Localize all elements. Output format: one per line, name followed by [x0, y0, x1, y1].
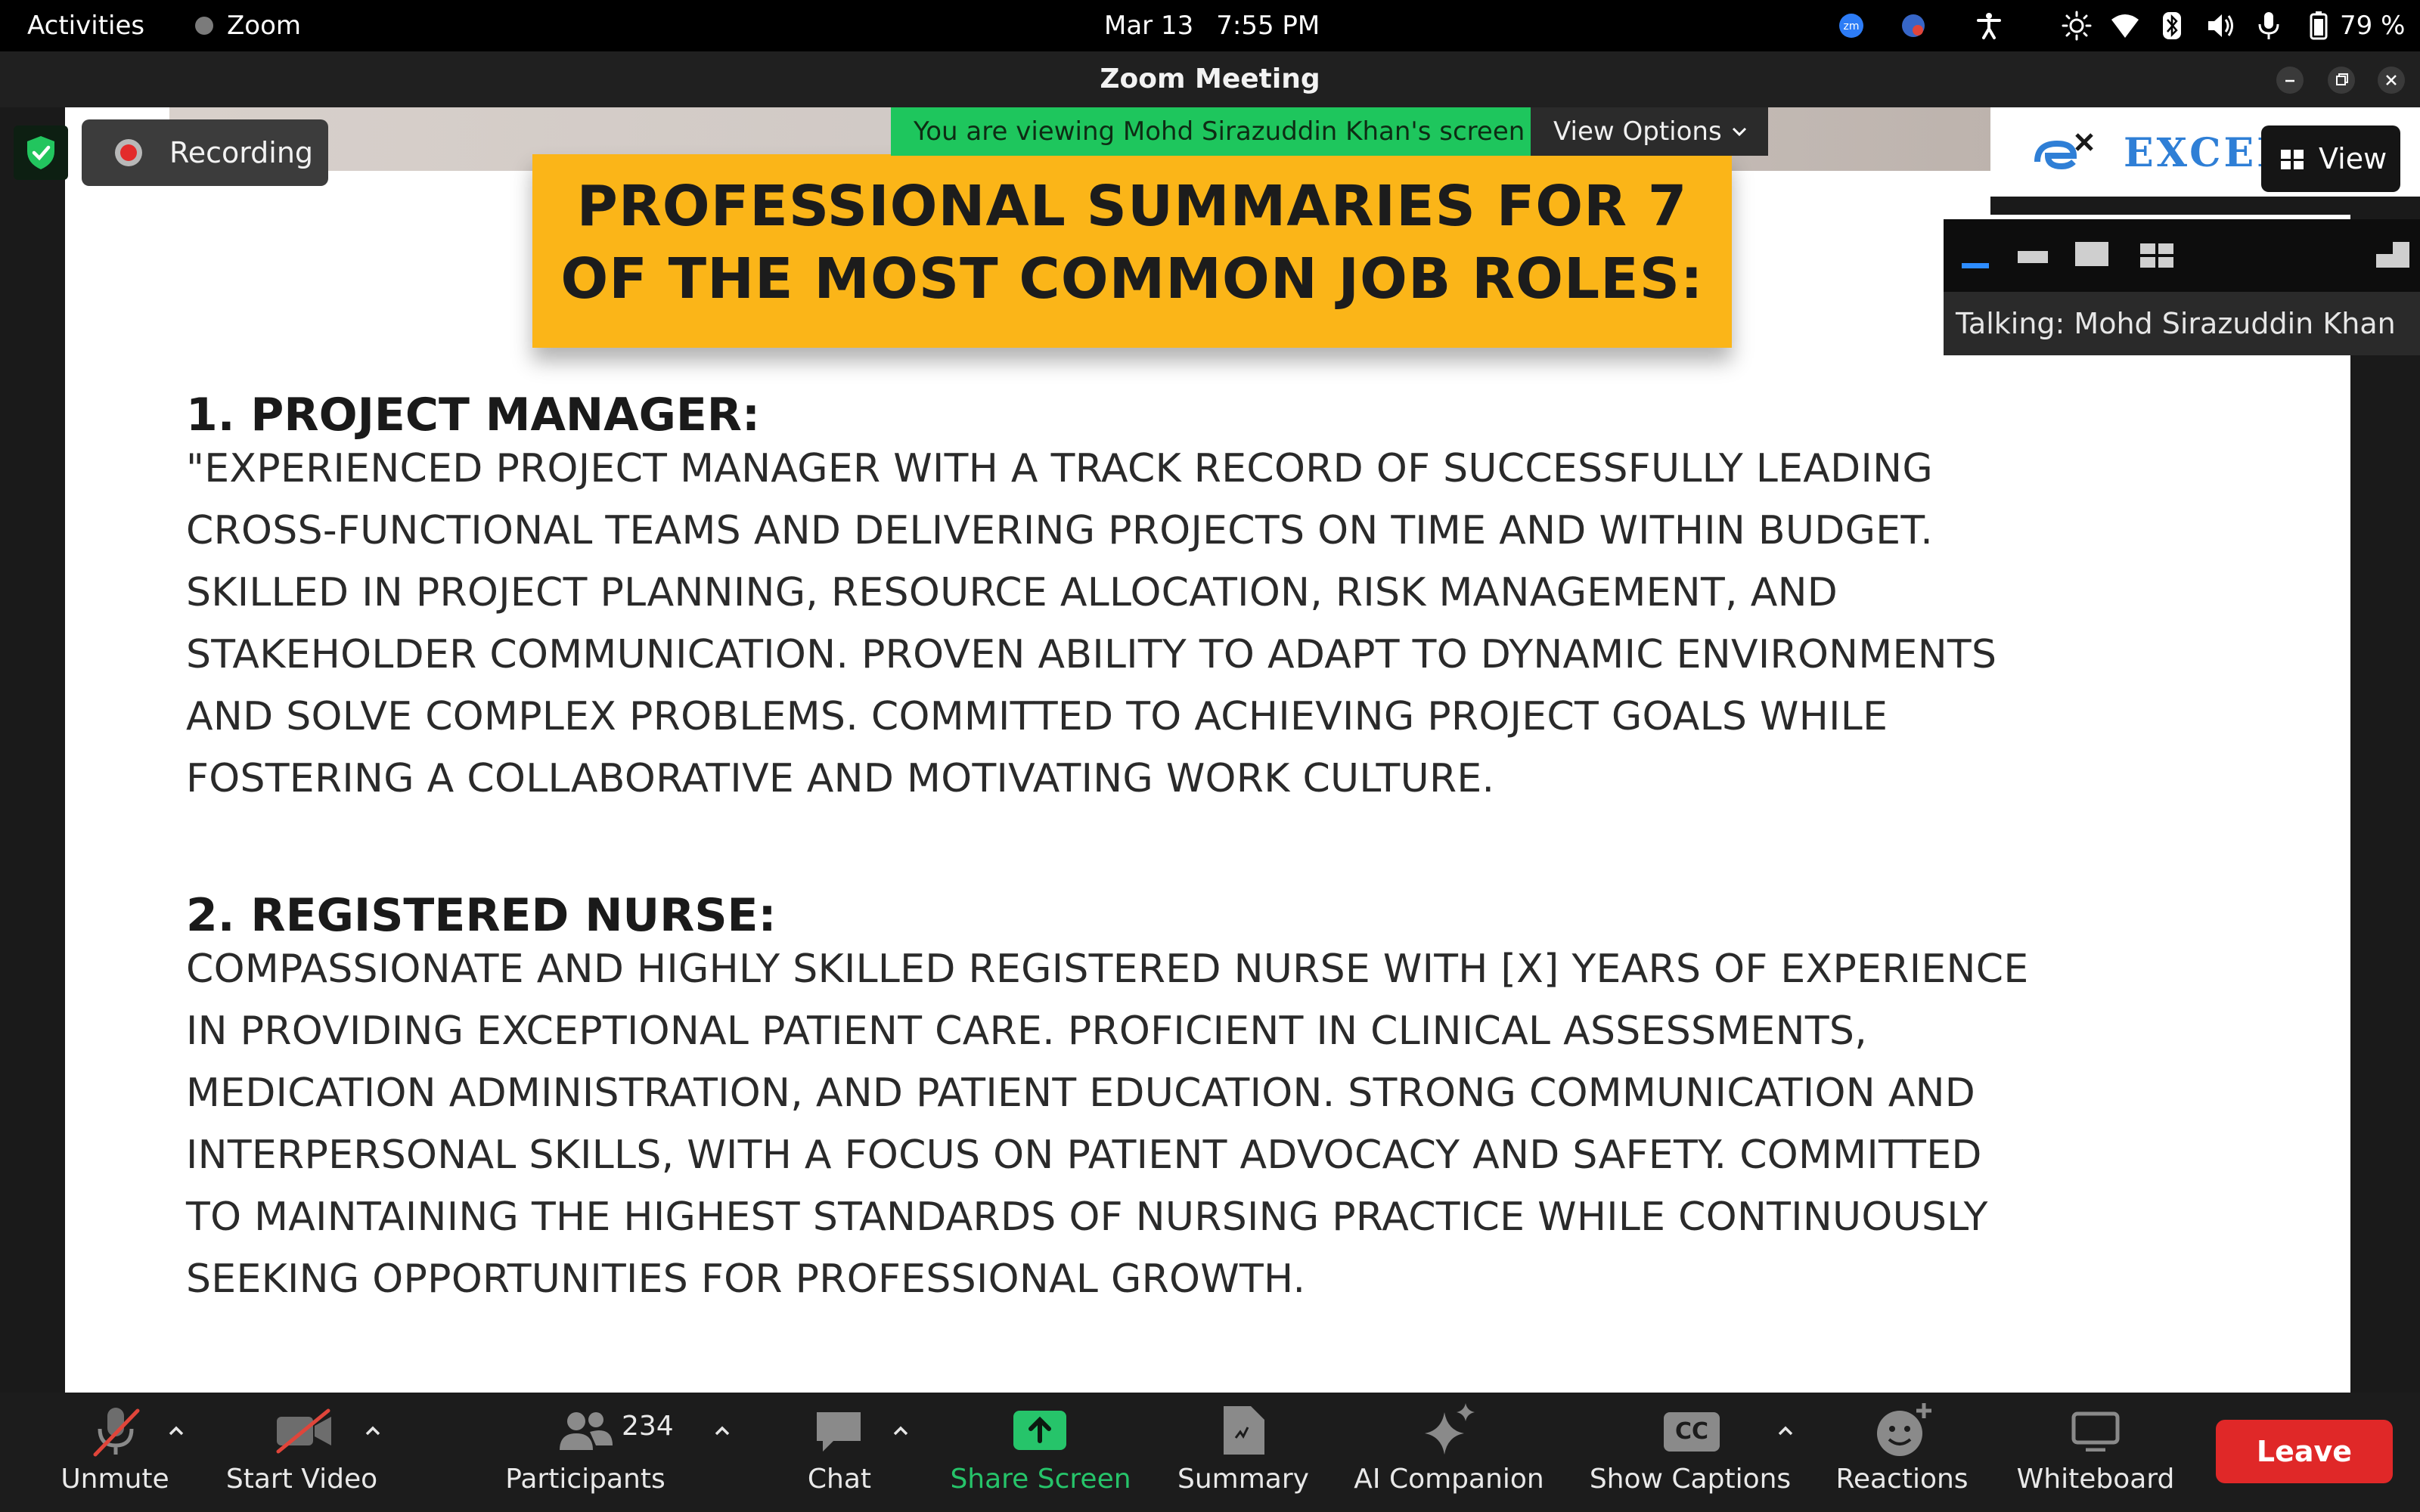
recording-indicator[interactable]: Recording [82, 119, 328, 186]
microphone-muted-icon[interactable] [91, 1405, 141, 1458]
share-screen-button[interactable]: Share Screen [935, 1464, 1146, 1495]
view-button-label: View [2319, 142, 2387, 175]
microphone-icon[interactable] [2254, 11, 2284, 41]
section-text-line: COMPASSIONATE AND HIGHLY SKILLED REGISTE… [186, 947, 2029, 992]
reactions-emoji-icon[interactable] [1872, 1402, 1934, 1459]
clock[interactable]: Mar 13 7:55 PM [1104, 0, 1320, 51]
reactions-button[interactable]: Reactions [1823, 1464, 1981, 1495]
zoom-app-icon [195, 17, 213, 35]
window-title-bar: Zoom Meeting [0, 51, 2420, 107]
speaker-view-icon[interactable] [2072, 236, 2111, 275]
leave-meeting-button[interactable]: Leave [2216, 1420, 2393, 1483]
start-video-button[interactable]: Start Video [216, 1464, 387, 1495]
section-text-line: MEDICATION ADMINISTRATION, AND PATIENT E… [186, 1070, 1976, 1116]
volume-icon[interactable] [2205, 11, 2235, 41]
strip-view-icon[interactable] [2013, 236, 2052, 275]
section-heading: 2. REGISTERED NURSE: [186, 889, 777, 942]
clock-time: 7:55 PM [1216, 11, 1320, 41]
viewing-screen-banner: You are viewing Mohd Sirazuddin Khan's s… [891, 107, 1531, 156]
record-dot-icon [115, 139, 142, 166]
section-text-line: TO MAINTAINING THE HIGHEST STANDARDS OF … [186, 1194, 1988, 1240]
show-captions-button[interactable]: Show Captions [1581, 1464, 1800, 1495]
participants-button[interactable]: Participants [489, 1464, 682, 1495]
section-text-line: SEEKING OPPORTUNITIES FOR PROFESSIONAL G… [186, 1256, 1306, 1302]
restore-button[interactable] [2328, 67, 2355, 94]
shield-check-icon [27, 136, 54, 169]
video-off-icon[interactable] [274, 1408, 334, 1455]
clock-date: Mar 13 [1104, 11, 1194, 41]
restore-icon [2336, 73, 2348, 85]
chat-options-caret-icon[interactable] [889, 1420, 912, 1442]
bluetooth-icon[interactable] [2157, 11, 2187, 41]
app-menu-zoom[interactable]: Zoom [227, 0, 301, 51]
close-icon [2386, 75, 2397, 85]
svg-text:zm: zm [1844, 20, 1860, 33]
section-heading: 1. PROJECT MANAGER: [186, 389, 760, 442]
active-speaker-label: Talking: Mohd Sirazuddin Khan [1944, 292, 2420, 355]
captions-cc-icon[interactable]: CC [1664, 1412, 1720, 1452]
close-window-button[interactable] [2378, 67, 2405, 94]
brightness-icon[interactable] [2062, 11, 2092, 41]
summary-document-icon[interactable] [1219, 1403, 1267, 1458]
excel-logo-icon [2034, 133, 2093, 170]
chevron-down-icon [1732, 127, 1747, 137]
exit-thumbnail-icon[interactable] [2373, 236, 2412, 275]
accessibility-icon[interactable] [1974, 11, 2004, 41]
thumbnail-shadow-strip [1990, 197, 2420, 215]
view-button[interactable]: View [2261, 125, 2400, 192]
view-options-button[interactable]: View Options [1531, 107, 1768, 156]
share-screen-icon[interactable] [1012, 1409, 1068, 1452]
section-text-line: "EXPERIENCED PROJECT MANAGER WITH A TRAC… [186, 446, 1933, 491]
grid-view-icon [2281, 150, 2304, 169]
minimize-icon [2285, 79, 2294, 82]
chat-button[interactable]: Chat [779, 1464, 900, 1495]
video-options-caret-icon[interactable] [361, 1420, 384, 1442]
section-text-line: CROSS-FUNCTIONAL TEAMS AND DELIVERING PR… [186, 508, 1934, 553]
window-title: Zoom Meeting [1100, 64, 1320, 94]
section-text-line: INTERPERSONAL SKILLS, WITH A FOCUS ON PA… [186, 1132, 1982, 1178]
slide-title-banner: PROFESSIONAL SUMMARIES FOR 7 OF THE MOST… [532, 154, 1732, 348]
wifi-icon[interactable] [2110, 11, 2140, 41]
chat-icon[interactable] [812, 1408, 865, 1458]
captions-options-caret-icon[interactable] [1774, 1420, 1797, 1442]
ai-companion-button[interactable]: AI Companion [1346, 1464, 1552, 1495]
view-options-label: View Options [1553, 116, 1722, 147]
participants-count: 234 [622, 1411, 674, 1442]
participants-options-caret-icon[interactable] [711, 1420, 734, 1442]
battery-percent: 79 % [2340, 11, 2406, 41]
minimize-button[interactable] [2276, 67, 2304, 94]
slide-title-line-2: OF THE MOST COMMON JOB ROLES: [560, 246, 1704, 311]
minimize-video-icon[interactable] [1956, 236, 1995, 275]
section-text-line: STAKEHOLDER COMMUNICATION. PROVEN ABILIT… [186, 632, 1997, 677]
chrome-tray-icon[interactable] [1898, 11, 1928, 41]
viewing-screen-text: You are viewing Mohd Sirazuddin Khan's s… [914, 116, 1525, 147]
slide-title-line-1: PROFESSIONAL SUMMARIES FOR 7 [576, 174, 1688, 239]
summary-button[interactable]: Summary [1165, 1464, 1322, 1495]
participants-icon[interactable] [557, 1409, 614, 1453]
zoom-tray-icon[interactable]: zm [1836, 11, 1866, 41]
whiteboard-icon[interactable] [2071, 1411, 2121, 1452]
encryption-shield[interactable] [14, 125, 68, 180]
whiteboard-button[interactable]: Whiteboard [2012, 1464, 2180, 1495]
thumbnail-layout-bar [1944, 219, 2420, 292]
gallery-view-icon[interactable] [2137, 236, 2176, 275]
section-text-line: AND SOLVE COMPLEX PROBLEMS. COMMITTED TO… [186, 694, 1888, 739]
battery-icon[interactable] [2304, 11, 2334, 41]
section-text-line: IN PROVIDING EXCEPTIONAL PATIENT CARE. P… [186, 1009, 1868, 1054]
talking-text: Talking: Mohd Sirazuddin Khan [1956, 307, 2396, 340]
section-text-line: SKILLED IN PROJECT PLANNING, RESOURCE AL… [186, 570, 1838, 615]
activities-button[interactable]: Activities [27, 0, 144, 51]
unmute-button[interactable]: Unmute [41, 1464, 189, 1495]
system-top-bar: Activities Zoom Mar 13 7:55 PM zm 79 % [0, 0, 2420, 51]
unmute-options-caret-icon[interactable] [165, 1420, 188, 1442]
section-text-line: FOSTERING A COLLABORATIVE AND MOTIVATING… [186, 756, 1495, 801]
recording-label: Recording [169, 136, 314, 169]
ai-sparkle-icon[interactable] [1419, 1400, 1479, 1458]
